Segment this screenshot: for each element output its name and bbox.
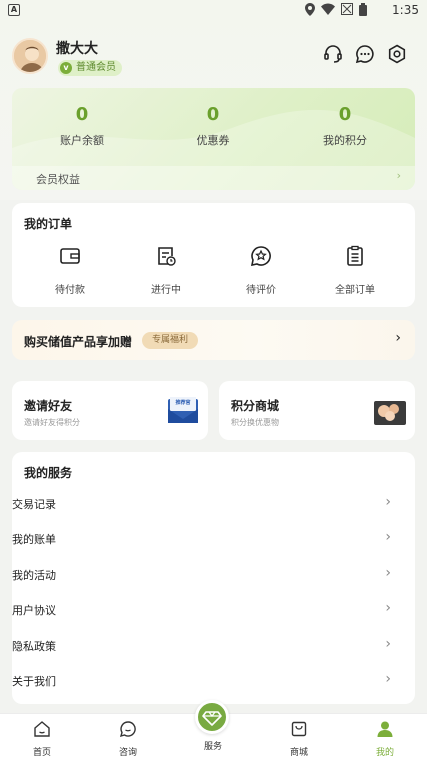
chevron-right-icon: › <box>396 169 401 182</box>
tab-consult[interactable]: 咨询 <box>98 720 158 758</box>
android-icon: A <box>8 4 20 16</box>
tab-label: 咨询 <box>118 748 137 758</box>
battery-icon <box>359 3 367 16</box>
shop-icon <box>291 721 307 737</box>
message-icon[interactable] <box>355 44 375 64</box>
order-item-label: 待付款 <box>55 285 85 296</box>
chevron-right-icon: › <box>385 529 391 545</box>
invite-subtitle: 邀请好友得积分 <box>24 418 80 427</box>
service-fab-button[interactable] <box>195 700 229 734</box>
tab-label: 服务 <box>203 742 222 752</box>
person-icon <box>377 721 393 737</box>
tab-label: 商城 <box>289 748 308 758</box>
tab-mine[interactable]: 我的 <box>355 720 415 758</box>
order-progress-icon <box>158 247 176 266</box>
balance-label: 账户余额 <box>60 134 104 147</box>
chevron-right-icon: › <box>385 565 391 581</box>
wallet-icon <box>60 248 80 264</box>
invite-friends-card[interactable]: 邀请好友 邀请好友得积分 推荐官 <box>12 381 208 440</box>
status-icons <box>305 3 367 16</box>
tab-service[interactable]: 服务 <box>183 736 243 752</box>
points-label: 我的积分 <box>323 134 367 147</box>
member-level-badge: v 普通会员 <box>58 60 122 76</box>
status-time: 1:35 <box>392 3 419 17</box>
location-icon <box>305 3 315 16</box>
envelope-icon: 推荐官 <box>167 397 199 425</box>
order-pending-payment[interactable]: 待付款 <box>20 245 120 296</box>
order-all[interactable]: 全部订单 <box>305 245 405 296</box>
service-label: 交易记录 <box>12 498 56 511</box>
envelope-label: 推荐官 <box>175 400 191 406</box>
service-label: 隐私政策 <box>12 640 56 653</box>
promo-tag: 专属福利 <box>142 332 199 349</box>
points-mall-title: 积分商城 <box>231 399 280 413</box>
balance-stat[interactable]: 0 账户余额 <box>22 104 142 148</box>
list-icon <box>347 245 363 266</box>
service-my-activities[interactable]: 我的活动 › <box>12 559 391 595</box>
stored-value-promo-banner[interactable]: 购买储值产品享加赠 专属福利 › <box>12 320 415 360</box>
service-about-us[interactable]: 关于我们 › <box>12 665 391 701</box>
coupons-stat[interactable]: 0 优惠券 <box>153 104 273 148</box>
points-mall-card[interactable]: 积分商城 积分换优惠物 <box>219 381 415 440</box>
order-in-progress[interactable]: 进行中 <box>116 245 216 296</box>
tab-home[interactable]: 首页 <box>12 720 72 758</box>
balance-value: 0 <box>75 104 89 125</box>
service-privacy-policy[interactable]: 隐私政策 › <box>12 630 391 666</box>
chevron-right-icon: › <box>385 636 391 652</box>
tab-label: 首页 <box>32 748 51 758</box>
avatar[interactable] <box>12 38 48 74</box>
tab-label: 我的 <box>375 748 394 758</box>
coupons-value: 0 <box>206 104 220 125</box>
member-rights-link[interactable]: 会员权益 › <box>12 166 415 190</box>
promo-title: 购买储值产品享加赠 <box>24 335 133 349</box>
service-label: 用户协议 <box>12 604 56 617</box>
member-rights-label: 会员权益 <box>36 173 80 186</box>
diamond-icon <box>202 711 222 726</box>
member-v-icon: v <box>60 62 72 74</box>
order-item-label: 待评价 <box>246 285 276 296</box>
headset-icon[interactable] <box>323 44 343 64</box>
service-label: 关于我们 <box>12 675 56 688</box>
status-bar: A 1:35 <box>0 0 427 20</box>
points-mall-subtitle: 积分换优惠物 <box>231 418 279 427</box>
service-label: 我的活动 <box>12 569 56 582</box>
tab-shop[interactable]: 商城 <box>269 720 329 758</box>
settings-icon[interactable] <box>387 44 407 64</box>
chevron-right-icon: › <box>385 671 391 687</box>
order-to-review[interactable]: 待评价 <box>211 245 311 296</box>
service-my-bills[interactable]: 我的账单 › <box>12 523 391 559</box>
service-label: 我的账单 <box>12 533 56 546</box>
gift-products-icon <box>374 401 406 425</box>
points-stat[interactable]: 0 我的积分 <box>285 104 405 148</box>
orders-card: 我的订单 待付款 进行中 待评价 全部订单 <box>12 203 415 307</box>
points-value: 0 <box>338 104 352 125</box>
chevron-right-icon: › <box>385 494 391 510</box>
service-transaction-records[interactable]: 交易记录 › <box>12 488 391 524</box>
username: 撒大大 <box>56 41 98 57</box>
orders-title: 我的订单 <box>24 217 73 231</box>
sim-blocked-icon <box>341 3 353 15</box>
coupons-label: 优惠券 <box>196 134 230 147</box>
chevron-right-icon: › <box>385 600 391 616</box>
star-chat-icon <box>250 246 271 267</box>
chevron-right-icon: › <box>395 330 401 346</box>
account-summary-card: 0 账户余额 0 优惠券 0 我的积分 会员权益 › <box>12 88 415 190</box>
services-title: 我的服务 <box>24 466 73 480</box>
home-icon <box>34 721 50 737</box>
service-user-agreement[interactable]: 用户协议 › <box>12 594 391 630</box>
wifi-icon <box>321 3 335 15</box>
order-item-label: 进行中 <box>151 285 181 296</box>
order-item-label: 全部订单 <box>335 285 375 296</box>
chat-icon <box>119 721 136 738</box>
member-level-label: 普通会员 <box>76 62 116 73</box>
invite-title: 邀请好友 <box>24 399 73 413</box>
